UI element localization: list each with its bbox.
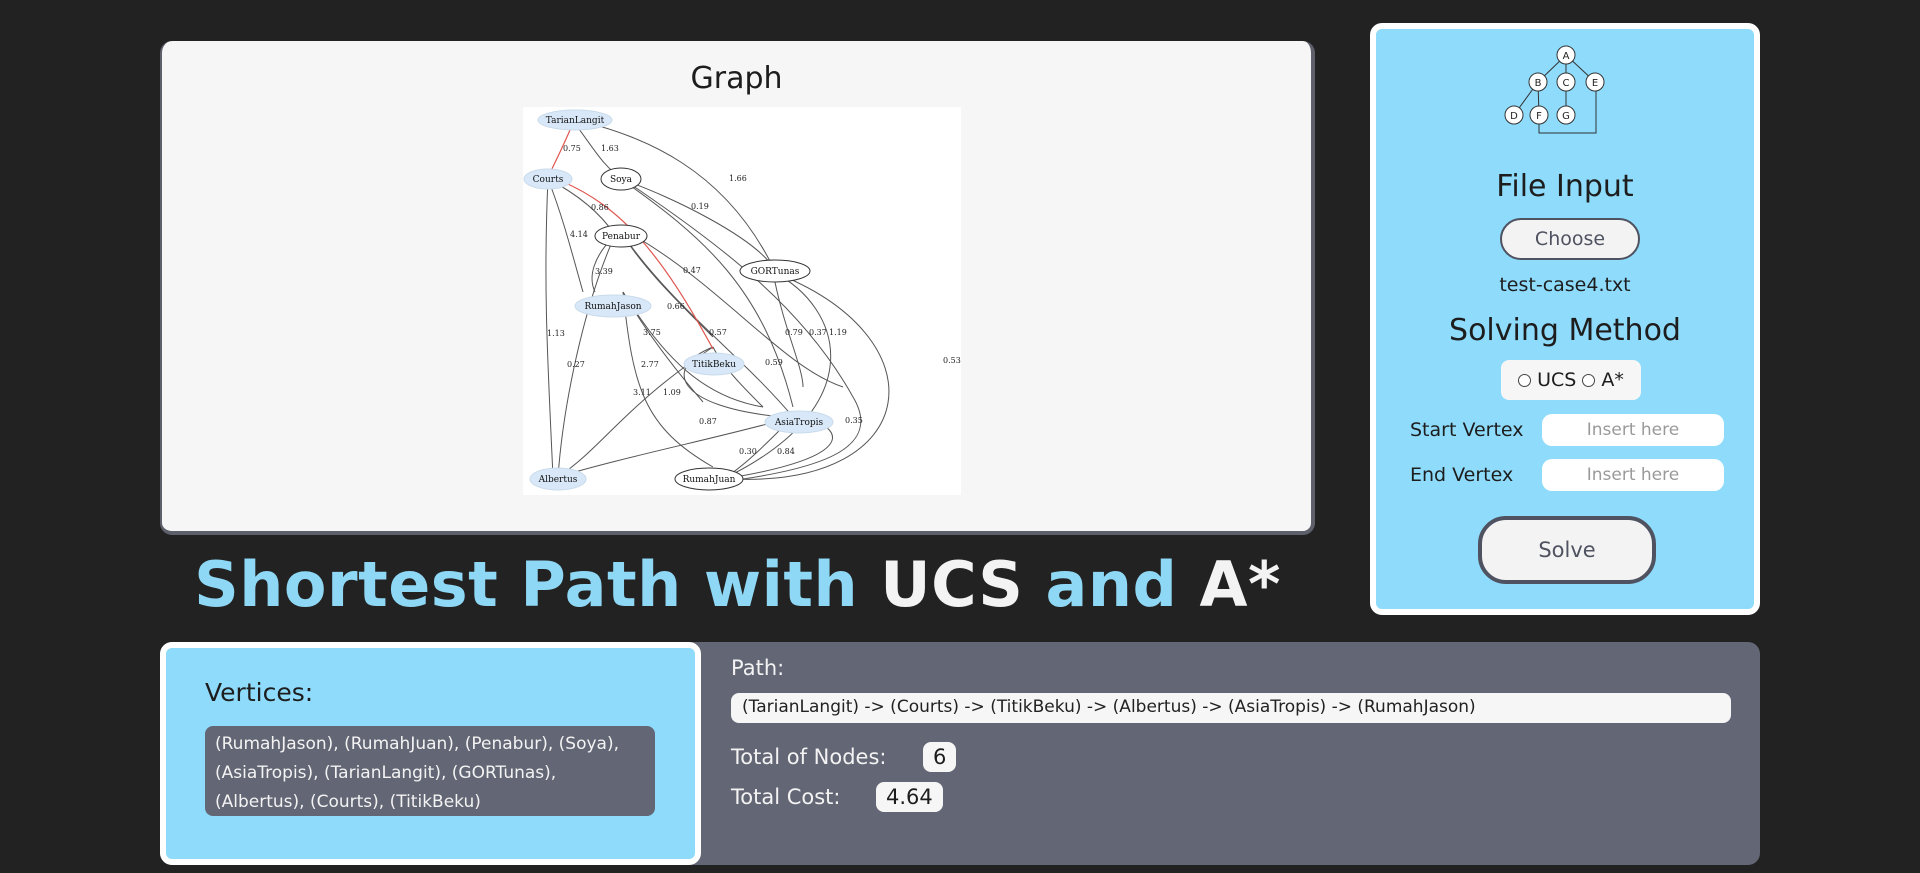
file-name: test-case4.txt <box>1499 274 1631 296</box>
edge-label: 1.09 <box>663 388 681 397</box>
path-value: (TarianLangit) -> (Courts) -> (TitikBeku… <box>731 693 1731 723</box>
edge-label: 0.84 <box>777 447 795 456</box>
solving-method-title: Solving Method <box>1449 313 1681 348</box>
graph-node-label: Albertus <box>538 475 578 485</box>
tree-node-label: E <box>1592 78 1598 89</box>
edge-label: 3.75 <box>643 328 661 337</box>
edge-label: 0.19 <box>691 202 709 211</box>
total-cost-value: 4.64 <box>876 782 943 812</box>
method-ucs-option[interactable]: UCS <box>1518 369 1576 391</box>
method-radio-group: UCS A* <box>1501 360 1641 400</box>
result-panel: Vertices: (RumahJason), (RumahJuan), (Pe… <box>160 642 1760 865</box>
astar-label: A* <box>1601 369 1624 391</box>
tree-logo-icon: A B C E D F G <box>1504 45 1628 153</box>
total-cost-row: Total Cost: 4.64 <box>731 782 943 812</box>
tree-node-label: D <box>1510 111 1518 122</box>
edge-label: 0.79 <box>785 328 803 337</box>
tree-node-label: B <box>1535 78 1542 89</box>
graph-node-label: GORTunas <box>751 267 800 277</box>
total-cost-label: Total Cost: <box>731 785 841 809</box>
tree-node-label: A <box>1563 51 1570 62</box>
heading-part-3: and <box>1045 548 1178 621</box>
ucs-label: UCS <box>1537 369 1577 391</box>
graph-panel: Graph TarianLangit Courts Soya Penabur G… <box>160 41 1315 535</box>
start-vertex-input[interactable] <box>1542 414 1724 446</box>
edge-label: 3.11 <box>633 388 651 397</box>
total-nodes-value: 6 <box>923 742 957 772</box>
graph-node-label: Penabur <box>602 232 641 242</box>
graph-edge <box>557 416 794 478</box>
tree-node-label: C <box>1563 78 1570 89</box>
start-vertex-label: Start Vertex <box>1410 419 1524 441</box>
heading-part-2: UCS <box>880 548 1024 621</box>
edge-label: 0.75 <box>563 144 581 153</box>
vertices-panel: Vertices: (RumahJason), (RumahJuan), (Pe… <box>160 642 701 865</box>
graph-edge <box>620 178 774 268</box>
graph-node-label: Courts <box>533 175 564 185</box>
start-vertex-row: Start Vertex <box>1410 414 1724 446</box>
edge-label: 3.39 <box>595 267 613 276</box>
edge-label: 2.77 <box>641 360 659 369</box>
path-label: Path: <box>731 656 785 680</box>
edge-label: 0.66 <box>667 302 685 311</box>
graph-svg: TarianLangit Courts Soya Penabur GORTuna… <box>523 109 961 491</box>
edge-label: 0.27 <box>567 360 585 369</box>
edge-label: 1.63 <box>601 144 619 153</box>
method-astar-option[interactable]: A* <box>1582 369 1624 391</box>
edge-label: 0.59 <box>765 358 783 367</box>
graph-node-label: TitikBeku <box>692 360 736 370</box>
tree-node-label: F <box>1536 111 1542 122</box>
vertices-list: (RumahJason), (RumahJuan), (Penabur), (S… <box>205 726 655 816</box>
page-heading: Shortest Path with UCS and A* <box>160 548 1315 628</box>
end-vertex-input[interactable] <box>1542 459 1724 491</box>
graph-edge <box>545 178 554 478</box>
edge-label: 1.19 <box>829 328 847 337</box>
graph-node-label: AsiaTropis <box>774 418 824 428</box>
edge-label: 0.86 <box>591 203 609 212</box>
ucs-radio[interactable] <box>1518 373 1532 387</box>
graph-node-label: Soya <box>610 175 633 185</box>
edge-label: 0.35 <box>845 416 863 425</box>
choose-file-button[interactable]: Choose <box>1500 218 1640 260</box>
graph-title: Graph <box>690 61 783 96</box>
edge-label: 0.37 <box>809 328 827 337</box>
edge-label: 0.57 <box>709 328 727 337</box>
vertices-title: Vertices: <box>205 678 314 707</box>
control-panel: A B C E D F G File Input Choose test-cas… <box>1370 23 1760 615</box>
graph-node-label: TarianLangit <box>546 116 605 126</box>
edge-label: 0.30 <box>739 447 757 456</box>
edge-label: 0.53 <box>943 356 961 365</box>
file-input-title: File Input <box>1496 169 1634 204</box>
total-nodes-row: Total of Nodes: 6 <box>731 742 957 772</box>
edge-label: 0.87 <box>699 417 717 426</box>
astar-radio[interactable] <box>1582 373 1596 387</box>
edge-label: 0.47 <box>683 266 701 275</box>
heading-part-4: A* <box>1199 548 1281 621</box>
edge-label: 1.66 <box>729 174 747 183</box>
graph-node-label: RumahJuan <box>683 475 736 485</box>
total-nodes-label: Total of Nodes: <box>731 745 887 769</box>
graph-image: TarianLangit Courts Soya Penabur GORTuna… <box>523 107 961 495</box>
end-vertex-row: End Vertex <box>1410 459 1724 491</box>
tree-node-label: G <box>1562 111 1570 122</box>
solve-button[interactable]: Solve <box>1478 516 1656 584</box>
edge-label: 1.13 <box>547 329 565 338</box>
graph-node-label: RumahJason <box>584 302 641 312</box>
edge-label: 4.14 <box>570 230 588 239</box>
end-vertex-label: End Vertex <box>1410 464 1514 486</box>
heading-part-1: Shortest Path with <box>194 548 859 621</box>
